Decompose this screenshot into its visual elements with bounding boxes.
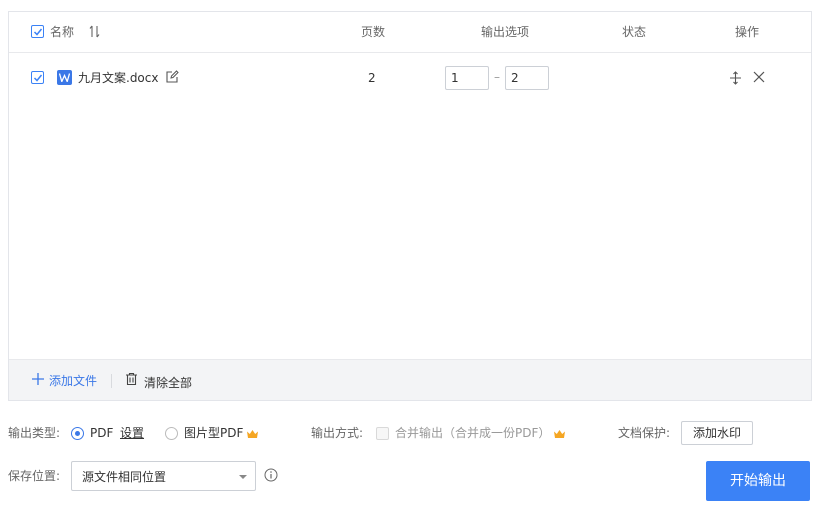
sort-icon[interactable] bbox=[89, 25, 101, 41]
image-pdf-label: 图片型PDF bbox=[184, 426, 244, 440]
add-watermark-button[interactable]: 添加水印 bbox=[681, 421, 753, 445]
header-name: 名称 bbox=[50, 25, 75, 39]
clear-all-label: 清除全部 bbox=[144, 376, 193, 390]
settings-link[interactable]: 设置 bbox=[120, 426, 144, 440]
checkbox-checked-icon bbox=[33, 74, 43, 82]
edit-icon[interactable] bbox=[165, 70, 179, 87]
header-actions: 操作 bbox=[735, 25, 760, 39]
move-icon[interactable] bbox=[729, 71, 742, 88]
select-all-checkbox[interactable] bbox=[31, 25, 44, 38]
merge-checkbox[interactable] bbox=[376, 427, 389, 440]
file-name: 九月文案.docx bbox=[78, 71, 159, 85]
add-file-label: 添加文件 bbox=[49, 374, 98, 388]
table-row: 九月文案.docx 2 – bbox=[9, 54, 811, 98]
document-protection-label: 文档保护: bbox=[618, 426, 671, 440]
header-pages: 页数 bbox=[361, 25, 386, 39]
save-location-value: 源文件相同位置 bbox=[82, 470, 167, 484]
save-location-select[interactable]: 源文件相同位置 bbox=[71, 461, 256, 491]
plus-icon bbox=[32, 373, 44, 385]
output-type-label: 输出类型: bbox=[8, 426, 61, 440]
pdf-radio[interactable] bbox=[71, 427, 84, 440]
caret-down-icon bbox=[239, 475, 247, 479]
info-icon[interactable] bbox=[264, 468, 278, 485]
pdf-label: PDF bbox=[90, 426, 114, 440]
merge-label: 合并输出（合并成一份PDF） bbox=[395, 426, 551, 440]
page-count: 2 bbox=[368, 71, 376, 85]
crown-icon bbox=[246, 428, 259, 442]
file-list-panel: 名称 页数 输出选项 状态 操作 九月文案.docx 2 – bbox=[8, 11, 812, 401]
row-checkbox[interactable] bbox=[31, 71, 44, 84]
file-list-footer: 添加文件 清除全部 bbox=[9, 359, 811, 400]
header-status: 状态 bbox=[622, 25, 647, 39]
word-doc-icon bbox=[57, 70, 72, 85]
range-from-input[interactable] bbox=[445, 66, 489, 90]
header-output-options: 输出选项 bbox=[481, 25, 530, 39]
table-header: 名称 页数 输出选项 状态 操作 bbox=[9, 12, 811, 53]
output-mode-label: 输出方式: bbox=[311, 426, 364, 440]
image-pdf-radio[interactable] bbox=[165, 427, 178, 440]
close-icon[interactable] bbox=[753, 71, 765, 86]
range-separator: – bbox=[494, 70, 500, 84]
start-output-button[interactable]: 开始输出 bbox=[706, 461, 810, 501]
save-location-label: 保存位置: bbox=[8, 469, 61, 483]
range-to-input[interactable] bbox=[505, 66, 549, 90]
checkbox-checked-icon bbox=[33, 28, 43, 36]
trash-icon bbox=[126, 372, 137, 386]
footer-divider bbox=[111, 374, 112, 388]
crown-icon bbox=[553, 428, 566, 442]
